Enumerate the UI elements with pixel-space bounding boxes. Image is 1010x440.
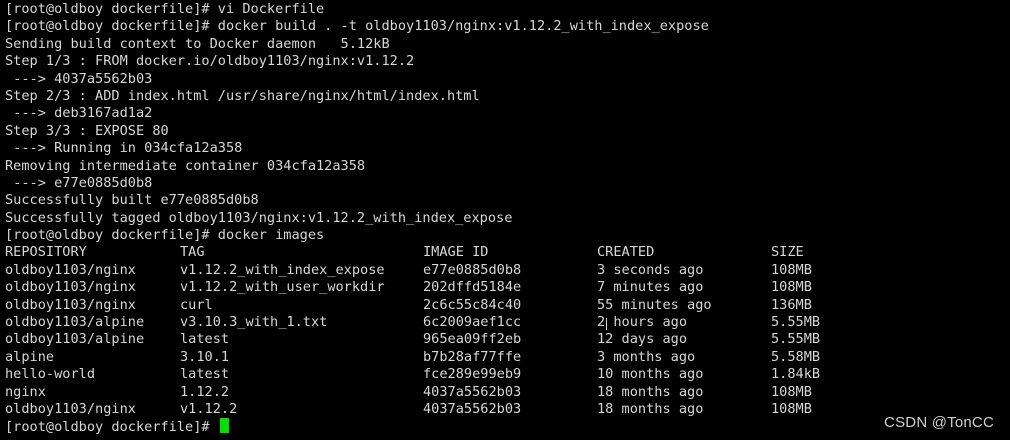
header-size: SIZE bbox=[771, 244, 804, 261]
table-row: oldboy1103/nginx v1.12.2_with_index_expo… bbox=[5, 262, 1010, 279]
terminal-line: Step 2/3 : ADD index.html /usr/share/ngi… bbox=[5, 87, 480, 104]
cell-image-id: e77e0885d0b8 bbox=[423, 261, 522, 278]
cell-created: 55 minutes ago bbox=[597, 296, 712, 313]
terminal-line: [root@oldboy dockerfile]# docker build .… bbox=[5, 18, 709, 35]
cell-image-id: 202dffd5184e bbox=[423, 279, 522, 296]
cell-repository: oldboy1103/nginx bbox=[5, 279, 136, 296]
cell-image-id: 6c2009aef1cc bbox=[423, 314, 522, 331]
table-row: oldboy1103/alpine latest 965ea09ff2eb 12… bbox=[5, 331, 1010, 348]
cell-size: 108MB bbox=[771, 279, 812, 296]
cell-created: 3 seconds ago bbox=[597, 261, 704, 278]
cell-created: 12 days ago bbox=[597, 331, 688, 348]
cell-repository: oldboy1103/alpine bbox=[5, 331, 145, 348]
cell-size: 108MB bbox=[771, 400, 812, 417]
terminal-line: ---> 4037a5562b03 bbox=[5, 70, 153, 87]
cell-size: 1.84kB bbox=[771, 366, 821, 383]
command-prompt-line[interactable]: [root@oldboy dockerfile]# bbox=[5, 418, 1010, 435]
cell-tag: v3.10.3_with_1.txt bbox=[180, 314, 328, 331]
terminal-line: ---> Running in 034cfa12a358 bbox=[5, 140, 243, 157]
cell-created: 18 months ago bbox=[597, 400, 704, 417]
cell-tag: 3.10.1 bbox=[180, 348, 230, 365]
cell-repository: nginx bbox=[5, 383, 46, 400]
cell-repository: oldboy1103/nginx bbox=[5, 261, 136, 278]
table-row: oldboy1103/nginx v1.12.2 4037a5562b03 18… bbox=[5, 401, 1010, 418]
cell-created: 3 months ago bbox=[597, 348, 696, 365]
cell-size: 5.55MB bbox=[771, 331, 821, 348]
cell-repository: oldboy1103/alpine bbox=[5, 314, 145, 331]
terminal-line: ---> e77e0885d0b8 bbox=[5, 174, 153, 191]
cell-image-id: fce289e99eb9 bbox=[423, 366, 522, 383]
terminal-line: ---> deb3167ad1a2 bbox=[5, 105, 153, 122]
mouse-ibeam-cursor-icon bbox=[606, 318, 607, 330]
header-repository: REPOSITORY bbox=[5, 244, 87, 261]
terminal-output: [root@oldboy dockerfile]# vi Dockerfile … bbox=[5, 1, 1010, 244]
watermark: CSDN @TonCC bbox=[884, 413, 994, 431]
cell-repository: hello-world bbox=[5, 366, 96, 383]
cell-size: 5.55MB bbox=[771, 314, 821, 331]
docker-images-table: REPOSITORY TAG IMAGE ID CREATED SIZE old… bbox=[5, 244, 1010, 418]
cell-tag: v1.12.2_with_index_expose bbox=[180, 261, 385, 278]
table-row: nginx 1.12.2 4037a5562b03 18 months ago … bbox=[5, 384, 1010, 401]
cell-image-id: 4037a5562b03 bbox=[423, 400, 522, 417]
header-created: CREATED bbox=[597, 244, 655, 261]
cell-image-id: b7b28af77ffe bbox=[423, 348, 522, 365]
cell-repository: alpine bbox=[5, 348, 55, 365]
cell-created: 18 months ago bbox=[597, 383, 704, 400]
cell-tag: curl bbox=[180, 296, 213, 313]
terminal-line: Successfully built e77e0885d0b8 bbox=[5, 192, 259, 209]
table-row: oldboy1103/nginx curl 2c6c55c84c40 55 mi… bbox=[5, 297, 1010, 314]
cell-tag: 1.12.2 bbox=[180, 383, 230, 400]
cell-created: 10 months ago bbox=[597, 366, 704, 383]
cell-image-id: 965ea09ff2eb bbox=[423, 331, 522, 348]
cell-size: 136MB bbox=[771, 296, 812, 313]
cell-size: 5.58MB bbox=[771, 348, 821, 365]
cell-tag: latest bbox=[180, 331, 230, 348]
terminal-line: Step 1/3 : FROM docker.io/oldboy1103/ngi… bbox=[5, 53, 415, 70]
terminal-line: Sending build context to Docker daemon 5… bbox=[5, 35, 390, 52]
terminal-line: Removing intermediate container 034cfa12… bbox=[5, 157, 366, 174]
cell-tag: latest bbox=[180, 366, 230, 383]
cell-size: 108MB bbox=[771, 261, 812, 278]
cell-image-id: 4037a5562b03 bbox=[423, 383, 522, 400]
cell-image-id: 2c6c55c84c40 bbox=[423, 296, 522, 313]
cell-repository: oldboy1103/nginx bbox=[5, 296, 136, 313]
cell-created: 2 hours ago bbox=[597, 314, 688, 331]
terminal-window[interactable]: [root@oldboy dockerfile]# vi Dockerfile … bbox=[0, 0, 1010, 440]
cell-created: 7 minutes ago bbox=[597, 279, 704, 296]
cell-repository: oldboy1103/nginx bbox=[5, 400, 136, 417]
cell-tag: v1.12.2_with_user_workdir bbox=[180, 279, 385, 296]
cell-size: 108MB bbox=[771, 383, 812, 400]
terminal-line: [root@oldboy dockerfile]# docker images bbox=[5, 227, 325, 244]
table-row: oldboy1103/nginx v1.12.2_with_user_workd… bbox=[5, 279, 1010, 296]
table-row: oldboy1103/alpine v3.10.3_with_1.txt 6c2… bbox=[5, 314, 1010, 331]
header-image-id: IMAGE ID bbox=[423, 244, 489, 261]
terminal-line: Successfully tagged oldboy1103/nginx:v1.… bbox=[5, 209, 513, 226]
table-header-row: REPOSITORY TAG IMAGE ID CREATED SIZE bbox=[5, 244, 1010, 261]
table-row: hello-world latest fce289e99eb9 10 month… bbox=[5, 366, 1010, 383]
text-cursor bbox=[219, 418, 229, 434]
table-row: alpine 3.10.1 b7b28af77ffe 3 months ago … bbox=[5, 349, 1010, 366]
header-tag: TAG bbox=[180, 244, 205, 261]
terminal-line: Step 3/3 : EXPOSE 80 bbox=[5, 122, 169, 139]
terminal-line: [root@oldboy dockerfile]# vi Dockerfile bbox=[5, 1, 325, 17]
cell-tag: v1.12.2 bbox=[180, 400, 238, 417]
